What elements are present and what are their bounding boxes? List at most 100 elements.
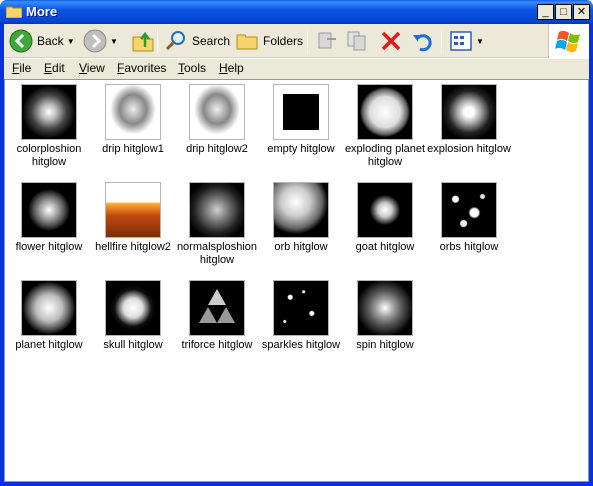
search-button[interactable]: Search xyxy=(161,27,233,55)
thumbnail-image xyxy=(190,281,244,335)
file-thumbnail xyxy=(189,280,245,336)
toolbar-separator xyxy=(157,29,158,53)
file-item[interactable]: spin hitglow xyxy=(343,280,427,352)
file-item[interactable]: skull hitglow xyxy=(91,280,175,352)
thumbnail-image xyxy=(22,85,76,139)
file-thumbnail xyxy=(21,182,77,238)
file-thumbnail xyxy=(189,84,245,140)
thumbnail-image xyxy=(274,183,328,237)
file-item[interactable]: planet hitglow xyxy=(7,280,91,352)
copy-to-button[interactable] xyxy=(342,27,372,55)
thumbnail-image xyxy=(442,183,496,237)
file-item[interactable]: orbs hitglow xyxy=(427,182,511,254)
file-thumbnail xyxy=(357,280,413,336)
file-thumbnail xyxy=(105,84,161,140)
minimize-button[interactable]: _ xyxy=(537,4,554,20)
file-name: normalsploshion hitglow xyxy=(176,241,258,266)
thumbnail-image xyxy=(106,183,160,237)
up-folder-button[interactable] xyxy=(128,27,158,55)
file-thumbnail xyxy=(273,280,329,336)
up-folder-icon xyxy=(132,31,154,52)
menu-favorites[interactable]: Favorites xyxy=(117,61,166,75)
file-name: planet hitglow xyxy=(15,339,83,351)
maximize-button[interactable]: □ xyxy=(555,4,572,20)
undo-icon xyxy=(413,34,432,52)
file-thumbnail xyxy=(357,84,413,140)
copy-to-icon xyxy=(347,31,366,51)
menu-edit[interactable]: Edit xyxy=(44,61,65,75)
file-thumbnail xyxy=(105,280,161,336)
thumbnail-image xyxy=(106,85,160,139)
forward-button[interactable]: ▼ xyxy=(80,27,121,55)
file-name: drip hitglow2 xyxy=(186,143,248,155)
thumbnail-image xyxy=(22,281,76,335)
file-name: sparkles hitglow xyxy=(261,339,341,351)
thumbnail-image xyxy=(106,281,160,335)
black-square xyxy=(283,94,319,130)
folder-icon xyxy=(6,6,22,18)
menu-file[interactable]: File xyxy=(12,61,31,75)
chevron-down-icon[interactable]: ▼ xyxy=(476,37,484,46)
search-icon xyxy=(165,31,185,51)
file-thumbnail xyxy=(441,182,497,238)
triforce-image xyxy=(199,289,235,323)
title-bar[interactable]: More _ □ ✕ xyxy=(0,0,593,24)
windows-logo xyxy=(548,24,589,58)
move-to-button[interactable] xyxy=(312,27,342,55)
file-item[interactable]: empty hitglow xyxy=(259,84,343,156)
file-item[interactable]: orb hitglow xyxy=(259,182,343,254)
file-thumbnail xyxy=(105,182,161,238)
file-item[interactable]: colorploshion hitglow xyxy=(7,84,91,169)
thumbnail-image xyxy=(274,85,328,139)
file-thumbnail xyxy=(21,84,77,140)
file-thumbnail xyxy=(273,84,329,140)
search-label: Search xyxy=(192,34,231,48)
file-name: hellfire hitglow2 xyxy=(95,241,171,253)
folders-button[interactable]: Folders xyxy=(232,27,306,55)
views-button[interactable]: ▼ xyxy=(446,27,487,55)
toolbar-separator xyxy=(307,29,308,53)
file-item[interactable]: sparkles hitglow xyxy=(259,280,343,352)
back-button[interactable]: Back ▼ xyxy=(6,27,78,55)
file-name: colorploshion hitglow xyxy=(16,143,82,168)
menu-bar: File Edit View Favorites Tools Help xyxy=(4,58,589,77)
thumbnail-image xyxy=(22,183,76,237)
folders-label: Folders xyxy=(263,34,304,48)
file-thumbnail xyxy=(273,182,329,238)
file-name: spin hitglow xyxy=(356,339,414,351)
forward-arrow-icon xyxy=(83,29,107,53)
toolbar: Back ▼ ▼ Search Folders ▼ xyxy=(4,24,589,58)
menu-help[interactable]: Help xyxy=(219,61,244,75)
file-item[interactable]: drip hitglow2 xyxy=(175,84,259,156)
file-item[interactable]: exploding planet hitglow xyxy=(343,84,427,169)
folders-icon xyxy=(236,34,258,50)
file-thumbnail xyxy=(357,182,413,238)
file-item[interactable]: drip hitglow1 xyxy=(91,84,175,156)
close-button[interactable]: ✕ xyxy=(573,4,590,20)
delete-button[interactable] xyxy=(376,27,406,55)
file-item[interactable]: hellfire hitglow2 xyxy=(91,182,175,254)
thumbnail-image xyxy=(358,183,412,237)
menu-tools[interactable]: Tools xyxy=(178,61,206,75)
file-item[interactable]: triforce hitglow xyxy=(175,280,259,352)
move-to-icon xyxy=(318,32,336,49)
chevron-down-icon[interactable]: ▼ xyxy=(67,37,75,46)
menu-view[interactable]: View xyxy=(79,61,105,75)
file-item[interactable]: goat hitglow xyxy=(343,182,427,254)
file-name: orbs hitglow xyxy=(439,241,499,253)
thumbnail-image xyxy=(358,85,412,139)
file-item[interactable]: flower hitglow xyxy=(7,182,91,254)
file-item[interactable]: normalsploshion hitglow xyxy=(175,182,259,267)
file-item[interactable]: explosion hitglow xyxy=(427,84,511,156)
undo-button[interactable] xyxy=(408,27,438,55)
thumbnail-image xyxy=(190,85,244,139)
file-name: flower hitglow xyxy=(15,241,83,253)
file-thumbnail xyxy=(189,182,245,238)
thumbnail-image xyxy=(190,183,244,237)
file-view[interactable]: colorploshion hitglow drip hitglow1 drip h… xyxy=(4,79,589,482)
windows-flag-icon xyxy=(555,30,580,53)
file-name: skull hitglow xyxy=(103,339,163,351)
chevron-down-icon[interactable]: ▼ xyxy=(110,37,118,46)
file-name: drip hitglow1 xyxy=(102,143,164,155)
thumbnail-image xyxy=(358,281,412,335)
